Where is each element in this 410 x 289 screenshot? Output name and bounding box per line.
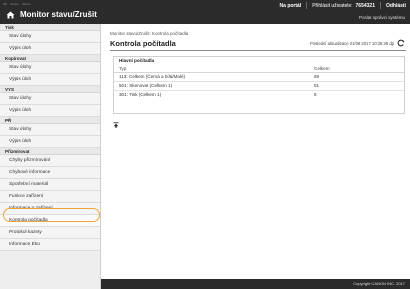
- brand-item: MF: [3, 2, 8, 6]
- counter-value: 51: [314, 81, 404, 91]
- counter-value: 69: [314, 72, 404, 82]
- user-id: 7654321: [355, 2, 375, 9]
- sidebar-item-receive-job-log[interactable]: Výpis úloh: [0, 136, 100, 148]
- sidebar-item-send-job-log[interactable]: Výpis úloh: [0, 105, 100, 117]
- sidebar-group-tisk: Tisk: [0, 24, 100, 31]
- counter-type: 301: Tisk (Celkem 1): [119, 92, 162, 98]
- sidebar-group-vys: VYS: [0, 86, 100, 93]
- sidebar-item-receive-job-status[interactable]: Stav úlohy: [0, 124, 100, 136]
- page-title: Kontrola počítadla: [110, 39, 176, 48]
- top-bar: MF Series Series Monitor stavu/Zrušit Na…: [0, 0, 410, 24]
- copyright: Copyright CANON INC. 2017: [353, 281, 405, 286]
- brand-item: Series: [10, 2, 19, 6]
- column-header-type: Typ: [114, 65, 314, 73]
- app-title: Monitor stavu/Zrušit: [20, 10, 97, 19]
- email-admin-link[interactable]: Poslat správci systému: [359, 15, 405, 20]
- back-to-top-icon[interactable]: [113, 122, 119, 128]
- last-updated: Poslední aktualizace 21/09 2017 10:35:36…: [310, 41, 394, 46]
- sidebar: Tisk Stav úlohy Výpis úloh Kopírovat Sta…: [0, 24, 101, 289]
- highlight-ring: [3, 208, 100, 222]
- separator: [379, 2, 381, 9]
- sidebar-item-errors[interactable]: Chyby přizmírování: [0, 155, 100, 167]
- brand-item: Series: [21, 2, 31, 6]
- sidebar-item-device-features[interactable]: Funkce zařízení: [0, 191, 100, 203]
- main-counters-panel: Hlavní počítadla Typ Celkem 113: Celkem …: [113, 56, 405, 114]
- table-row: 301: Tisk (Celkem 1) 8: [114, 90, 404, 99]
- footer: Copyright CANON INC. 2017: [101, 279, 410, 289]
- sidebar-item-print-job-status[interactable]: Stav úlohy: [0, 31, 100, 43]
- logout-link[interactable]: Odhlásit: [386, 3, 406, 9]
- counter-value: 8: [314, 92, 317, 98]
- table-row: 113: Celkem (Černá a bílá/Malé) 69: [114, 72, 404, 82]
- table-header-row: Typ Celkem: [114, 65, 404, 73]
- home-icon[interactable]: [6, 11, 15, 19]
- login-label: Přihlásit uživatele:: [312, 2, 353, 9]
- breadcrumb: Monitor stavu/Zrušit: Kontrola počítadla: [110, 31, 189, 36]
- table-row: 501: Skenovat (Celkem 1) 51: [114, 81, 404, 91]
- separator: [306, 2, 308, 9]
- column-header-total: Celkem: [314, 65, 404, 73]
- sidebar-item-copy-job-status[interactable]: Stav úlohy: [0, 62, 100, 74]
- sidebar-item-eco-info[interactable]: Informace Eko: [0, 239, 100, 251]
- sidebar-item-cartridge-log[interactable]: Protokol kazety: [0, 227, 100, 239]
- sidebar-group-pr: PŘ: [0, 117, 100, 124]
- portal-link[interactable]: Na portál: [280, 3, 302, 9]
- panel-title: Hlavní počítadla: [119, 58, 155, 63]
- sidebar-group-device: Přizmírovat: [0, 148, 100, 155]
- main-content: Monitor stavu/Zrušit: Kontrola počítadla…: [101, 24, 410, 289]
- counter-type: 113: Celkem (Černá a bílá/Malé): [114, 72, 314, 82]
- refresh-icon[interactable]: [397, 39, 405, 47]
- sidebar-item-consumables[interactable]: Spotřební materiál: [0, 179, 100, 191]
- sidebar-group-kopirovat: Kopírovat: [0, 55, 100, 62]
- counter-type: 501: Skenovat (Celkem 1): [114, 81, 314, 91]
- sidebar-item-send-job-status[interactable]: Stav úlohy: [0, 93, 100, 105]
- sidebar-item-error-info[interactable]: Chybové informace: [0, 167, 100, 179]
- counters-table: Typ Celkem 113: Celkem (Černá a bílá/Mal…: [114, 65, 404, 99]
- title-divider: [110, 50, 406, 51]
- sidebar-item-copy-job-log[interactable]: Výpis úloh: [0, 74, 100, 86]
- sidebar-item-print-job-log[interactable]: Výpis úloh: [0, 43, 100, 55]
- brand-strip: MF Series Series: [0, 0, 130, 8]
- top-links: Na portál Přihlásit uživatele: 7654321 O…: [280, 2, 406, 9]
